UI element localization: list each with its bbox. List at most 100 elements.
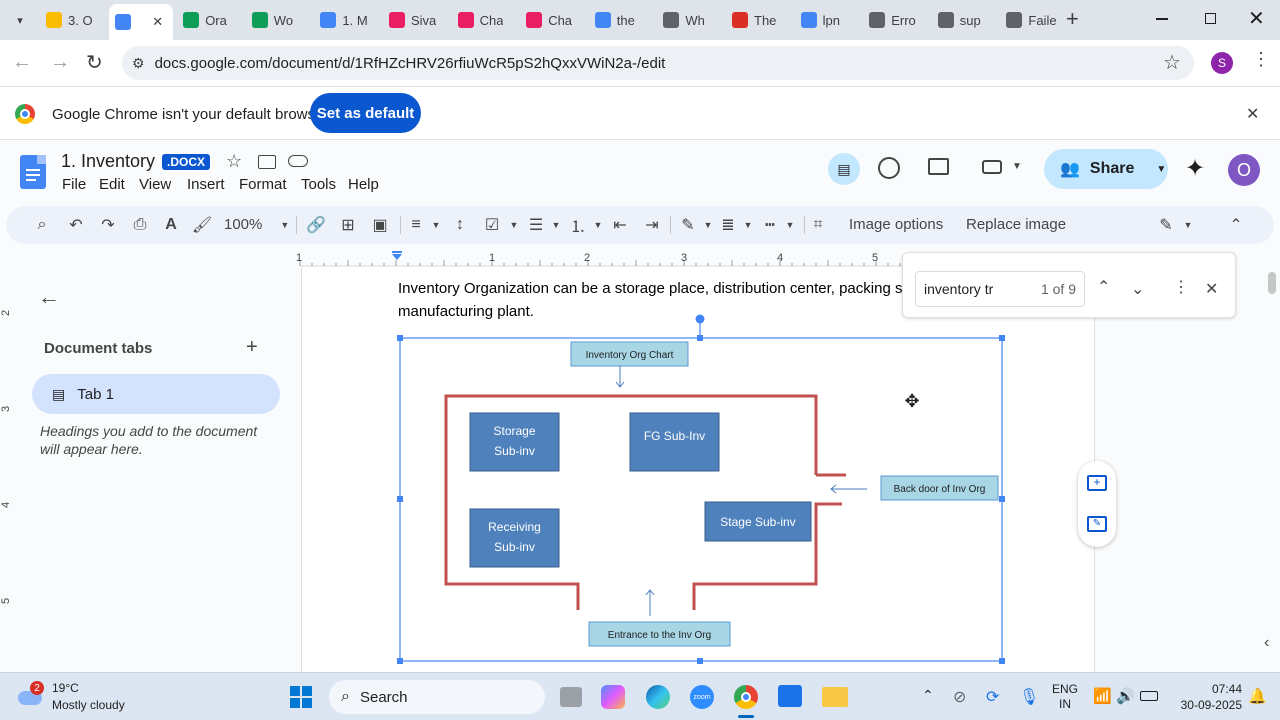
- align-dropdown-icon[interactable]: ▼: [426, 215, 446, 235]
- document-title[interactable]: 1. Inventory: [61, 151, 155, 172]
- indent-marker-icon[interactable]: [392, 254, 402, 260]
- microphone-icon[interactable]: 🎙: [1019, 687, 1039, 707]
- bullet-dropdown-icon[interactable]: ▼: [546, 215, 566, 235]
- browser-tab[interactable]: Faile: [1000, 6, 1065, 34]
- browser-tab[interactable]: The: [726, 6, 791, 34]
- meet-present-icon[interactable]: ▤: [828, 153, 860, 185]
- cloud-status-icon[interactable]: [288, 155, 308, 167]
- comments-icon[interactable]: [928, 158, 949, 175]
- body-text-line[interactable]: Inventory Organization can be a storage …: [398, 280, 919, 297]
- browser-tab[interactable]: Wh: [657, 6, 722, 34]
- spellcheck-icon[interactable]: A: [161, 215, 181, 235]
- find-input[interactable]: inventory tr 1 of 9: [915, 271, 1085, 307]
- find-close-icon[interactable]: ✕: [1205, 279, 1218, 299]
- checklist-icon[interactable]: ☑: [482, 215, 502, 235]
- print-icon[interactable]: ⎙: [130, 215, 150, 235]
- browser-tab[interactable]: Ora: [177, 6, 242, 34]
- tab-item-tab-1[interactable]: ▤ Tab 1: [32, 374, 280, 414]
- tab-search-icon[interactable]: ▾: [10, 10, 30, 30]
- close-outline-back-icon[interactable]: ←: [38, 284, 60, 310]
- remote-desktop-icon[interactable]: [778, 685, 802, 707]
- browser-tab[interactable]: ✕: [108, 4, 174, 40]
- checklist-dropdown-icon[interactable]: ▼: [504, 215, 524, 235]
- share-button[interactable]: 👥 Share ▼: [1044, 149, 1168, 189]
- zoom-app-icon[interactable]: zoom: [690, 685, 714, 709]
- edge-icon[interactable]: [646, 685, 670, 709]
- weather-widget[interactable]: 2 19°C Mostly cloudy: [18, 681, 158, 715]
- image-options-button[interactable]: Image options: [849, 216, 943, 233]
- url-text[interactable]: docs.google.com/document/d/1RfHZcHRV26rf…: [155, 55, 666, 72]
- restore-button[interactable]: [1205, 13, 1216, 24]
- crop-icon[interactable]: ⌗: [808, 215, 828, 235]
- next-match-icon[interactable]: ⌄: [1131, 279, 1144, 299]
- language-indicator[interactable]: ENG IN: [1052, 682, 1078, 712]
- network-off-icon[interactable]: ⊘: [953, 687, 966, 707]
- browser-tab[interactable]: lpn: [795, 6, 860, 34]
- rotate-handle[interactable]: [695, 314, 705, 324]
- browser-menu-icon[interactable]: ⋮: [1252, 49, 1270, 70]
- browser-tab[interactable]: Siva: [383, 6, 448, 34]
- infobar-close-icon[interactable]: ✕: [1246, 104, 1259, 124]
- sync-icon[interactable]: ⟳: [986, 687, 999, 707]
- gemini-icon[interactable]: ✦: [1185, 154, 1205, 183]
- menu-insert[interactable]: Insert: [187, 176, 225, 193]
- move-folder-icon[interactable]: [258, 155, 276, 169]
- browser-tab[interactable]: 1. M: [314, 6, 379, 34]
- scrollbar-thumb[interactable]: [1268, 272, 1276, 294]
- browser-tab[interactable]: 3. O: [40, 6, 105, 34]
- add-comment-icon[interactable]: ⊞: [338, 215, 358, 235]
- previous-match-icon[interactable]: ⌃: [1097, 277, 1110, 297]
- new-tab-button[interactable]: +: [1066, 7, 1086, 31]
- notifications-icon[interactable]: 🔔: [1248, 687, 1267, 705]
- increase-indent-icon[interactable]: ⇥: [642, 215, 662, 235]
- forward-icon[interactable]: →: [50, 51, 70, 74]
- profile-avatar[interactable]: S: [1211, 52, 1233, 74]
- set-default-button[interactable]: Set as default: [310, 93, 421, 133]
- minimize-button[interactable]: [1156, 18, 1168, 20]
- border-color-icon[interactable]: ✎: [678, 215, 698, 235]
- browser-tab[interactable]: the: [589, 6, 654, 34]
- clock[interactable]: 07:44 30-09-2025: [1170, 681, 1242, 713]
- share-dropdown-icon[interactable]: ▼: [1156, 164, 1166, 175]
- address-bar[interactable]: ⚙ docs.google.com/document/d/1RfHZcHRV26…: [122, 46, 1194, 80]
- menu-edit[interactable]: Edit: [99, 176, 125, 193]
- border-dash-icon[interactable]: ┅: [760, 215, 780, 235]
- suggest-edits-icon[interactable]: ✎: [1087, 516, 1107, 532]
- paint-format-icon[interactable]: 🖌: [192, 215, 212, 235]
- hide-menus-icon[interactable]: ⌃: [1226, 215, 1246, 235]
- line-spacing-icon[interactable]: ↕: [450, 215, 470, 235]
- browser-tab[interactable]: Wo: [246, 6, 311, 34]
- undo-icon[interactable]: ↶: [66, 215, 86, 235]
- browser-tab[interactable]: Erro: [863, 6, 928, 34]
- add-tab-icon[interactable]: +: [246, 336, 258, 359]
- add-comment-side-icon[interactable]: +: [1087, 475, 1107, 491]
- document-page[interactable]: Inventory Organization can be a storage …: [301, 268, 1095, 672]
- meet-video-icon[interactable]: [982, 160, 1002, 174]
- replace-image-button[interactable]: Replace image: [966, 216, 1066, 233]
- browser-tab[interactable]: Cha: [520, 6, 585, 34]
- first-line-indent-icon[interactable]: [392, 251, 402, 253]
- close-window-button[interactable]: ✕: [1248, 6, 1265, 31]
- taskbar-search[interactable]: ⌕ Search: [329, 680, 545, 714]
- menu-help[interactable]: Help: [348, 176, 379, 193]
- menu-view[interactable]: View: [139, 176, 171, 193]
- border-weight-icon[interactable]: ≣: [718, 215, 738, 235]
- show-hidden-icons[interactable]: ⌃: [922, 687, 934, 704]
- editing-mode-dropdown-icon[interactable]: ▼: [1178, 215, 1198, 235]
- reload-icon[interactable]: ↻: [86, 50, 103, 75]
- menu-format[interactable]: Format: [239, 176, 287, 193]
- bulleted-list-icon[interactable]: ☰: [526, 215, 546, 235]
- border-dash-dropdown-icon[interactable]: ▼: [780, 215, 800, 235]
- volume-icon[interactable]: 🔊: [1116, 687, 1135, 705]
- docs-logo-icon[interactable]: [20, 155, 46, 189]
- task-view-icon[interactable]: [560, 687, 582, 707]
- version-history-icon[interactable]: [878, 157, 900, 179]
- expand-side-panel-icon[interactable]: ‹: [1264, 634, 1269, 652]
- align-left-icon[interactable]: ≡: [406, 215, 426, 235]
- numbered-list-icon[interactable]: ⒈: [568, 215, 588, 236]
- star-icon[interactable]: ☆: [226, 151, 242, 172]
- insert-image-icon[interactable]: ▣: [370, 215, 390, 235]
- bookmark-star-icon[interactable]: ☆: [1163, 50, 1181, 75]
- wifi-icon[interactable]: 📶: [1093, 687, 1112, 705]
- border-weight-dropdown-icon[interactable]: ▼: [738, 215, 758, 235]
